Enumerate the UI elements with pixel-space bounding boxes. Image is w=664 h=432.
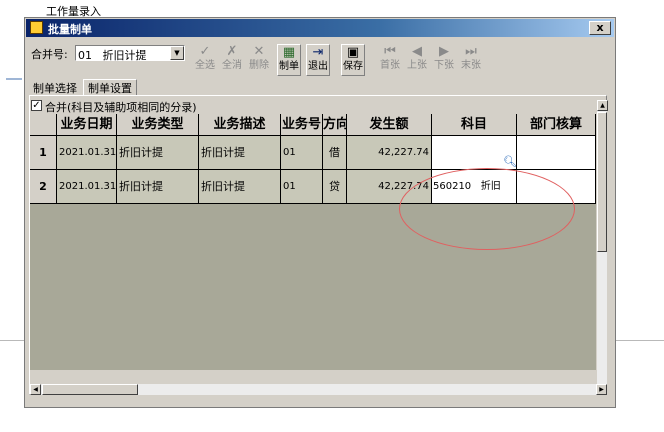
- horizontal-scroll-thumb[interactable]: [42, 384, 138, 395]
- tab-voucher-settings[interactable]: 制单设置: [83, 79, 137, 96]
- cell-direction[interactable]: 贷: [323, 170, 347, 204]
- scroll-right-arrow-icon[interactable]: ▶: [596, 384, 607, 395]
- cell-type[interactable]: 折旧计提: [117, 136, 199, 170]
- select-all-icon: ✓: [199, 44, 211, 59]
- scroll-up-arrow-icon[interactable]: ▲: [597, 100, 608, 111]
- exit-door-icon: ⇥: [312, 45, 324, 60]
- cell-dept[interactable]: [517, 136, 596, 170]
- delete-icon: ✕: [253, 44, 265, 59]
- deselect-all-icon: ✗: [226, 44, 238, 59]
- search-icon[interactable]: 🔍︎: [503, 156, 516, 168]
- background-divider: [0, 340, 24, 341]
- annotation-ellipse: [399, 168, 575, 250]
- cell-date[interactable]: 2021.01.31: [57, 170, 117, 204]
- floppy-disk-icon: ▣: [346, 45, 360, 60]
- scroll-left-arrow-icon[interactable]: ◀: [30, 384, 41, 395]
- deselect-all-button[interactable]: ✗ 全消: [220, 44, 244, 76]
- prev-page-icon: ◀: [412, 44, 422, 59]
- batch-voucher-window: 批量制单 x 合并号: 01 折旧计提 ▼ ✓ 全选 ✗ 全消 ✕ 删除 ▦ 制…: [24, 17, 616, 408]
- cell-desc[interactable]: 折旧计提: [199, 170, 281, 204]
- delete-button[interactable]: ✕ 删除: [247, 44, 271, 76]
- column-header-type[interactable]: 业务类型: [117, 114, 199, 136]
- column-header-direction[interactable]: 方向: [323, 114, 347, 136]
- cell-direction[interactable]: 借: [323, 136, 347, 170]
- cell-biz-no[interactable]: 01: [281, 136, 323, 170]
- title-bar[interactable]: 批量制单 x: [26, 19, 614, 37]
- background-divider: [616, 340, 664, 341]
- horizontal-scrollbar[interactable]: ◀ ▶: [30, 384, 607, 395]
- save-button[interactable]: ▣ 保存: [341, 44, 365, 76]
- merge-checkbox-label: 合并(科目及辅助项相同的分录): [45, 101, 197, 114]
- exit-button[interactable]: ⇥ 退出: [306, 44, 330, 76]
- vertical-scroll-thumb[interactable]: [597, 112, 607, 252]
- column-header-amount[interactable]: 发生额: [347, 114, 432, 136]
- tab-voucher-select[interactable]: 制单选择: [29, 80, 81, 95]
- vertical-scrollbar[interactable]: ▲: [596, 100, 608, 384]
- select-all-button[interactable]: ✓ 全选: [193, 44, 217, 76]
- next-button[interactable]: ▶ 下张: [432, 44, 456, 76]
- next-page-icon: ▶: [439, 44, 449, 59]
- close-button[interactable]: x: [589, 21, 611, 35]
- first-button[interactable]: ⏮ 首张: [378, 44, 402, 76]
- merge-number-value: 01 折旧计提: [78, 49, 147, 62]
- column-header-biz-no[interactable]: 业务号: [281, 114, 323, 136]
- column-header-dept[interactable]: 部门核算: [517, 114, 596, 136]
- last-page-icon: ⏭: [465, 44, 477, 59]
- cell-type[interactable]: 折旧计提: [117, 170, 199, 204]
- merge-number-select[interactable]: 01 折旧计提 ▼: [75, 45, 185, 62]
- window-title: 批量制单: [48, 23, 92, 36]
- cell-biz-no[interactable]: 01: [281, 170, 323, 204]
- last-button[interactable]: ⏭ 末张: [459, 44, 483, 76]
- cell-amount[interactable]: 42,227.74: [347, 136, 432, 170]
- column-header-desc[interactable]: 业务描述: [199, 114, 281, 136]
- row-number[interactable]: 1: [30, 136, 57, 170]
- cell-date[interactable]: 2021.01.31: [57, 136, 117, 170]
- column-header-subject[interactable]: 科目: [432, 114, 517, 136]
- background-marker: [6, 78, 22, 80]
- merge-number-label: 合并号:: [31, 48, 68, 61]
- column-header-date[interactable]: 业务日期: [57, 114, 117, 136]
- make-voucher-button[interactable]: ▦ 制单: [277, 44, 301, 76]
- prev-button[interactable]: ◀ 上张: [405, 44, 429, 76]
- cell-desc[interactable]: 折旧计提: [199, 136, 281, 170]
- merge-checkbox[interactable]: ✓: [31, 100, 42, 111]
- row-number[interactable]: 2: [30, 170, 57, 204]
- cell-subject[interactable]: 🔍︎: [432, 136, 517, 170]
- voucher-icon: ▦: [282, 45, 296, 60]
- dropdown-arrow-icon[interactable]: ▼: [170, 46, 184, 60]
- app-icon: [30, 21, 43, 34]
- first-page-icon: ⏮: [384, 44, 396, 59]
- row-number-header: [30, 114, 57, 136]
